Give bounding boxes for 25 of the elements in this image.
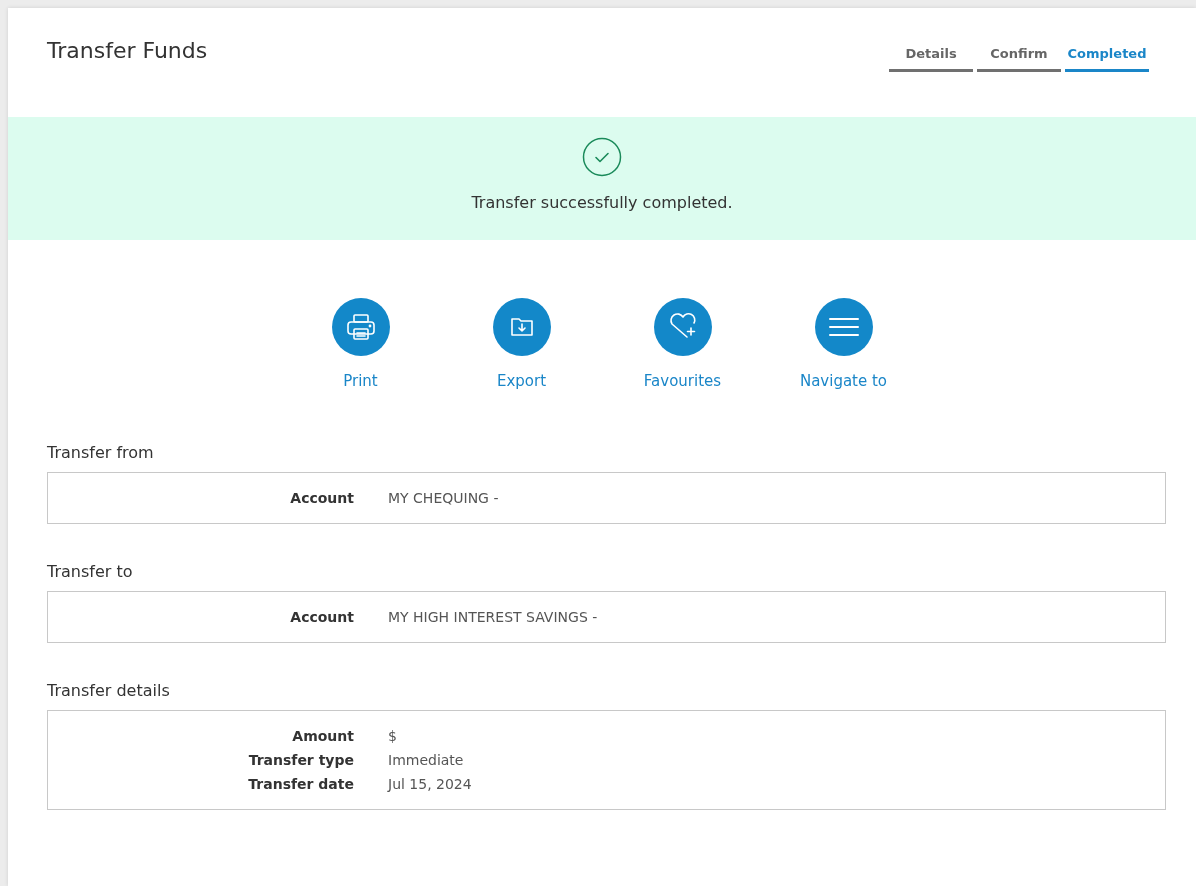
field-value: MY CHEQUING -	[388, 490, 500, 506]
field-label: Account	[289, 609, 354, 625]
field-value: Jul 15, 2024	[388, 776, 473, 792]
page-title: Transfer Funds	[47, 38, 208, 63]
action-button[interactable]: Export	[463, 298, 580, 390]
section-title: Transfer from	[47, 443, 155, 462]
field-label: Account	[289, 490, 354, 506]
section-title: Transfer to	[47, 562, 134, 581]
step-tab[interactable]: Details	[889, 46, 973, 72]
field-label: Transfer date	[247, 776, 354, 792]
field-value: MY HIGH INTEREST SAVINGS -	[388, 609, 599, 625]
check-circle-icon	[582, 137, 622, 177]
action-button[interactable]: Print	[302, 298, 419, 390]
action-button[interactable]: Navigate to	[785, 298, 902, 390]
printer-icon	[344, 311, 377, 343]
action-button[interactable]: Favourites	[624, 298, 741, 390]
menu-icon	[828, 315, 859, 339]
field-label: Amount	[291, 728, 354, 744]
success-message: Transfer successfully completed.	[471, 193, 733, 212]
step-tab[interactable]: Confirm	[977, 46, 1061, 72]
field-label: Transfer type	[247, 752, 354, 768]
section-title: Transfer details	[47, 681, 171, 700]
step-tab[interactable]: Completed	[1065, 46, 1149, 72]
field-value: $	[388, 728, 398, 744]
field-value: Immediate	[388, 752, 465, 768]
